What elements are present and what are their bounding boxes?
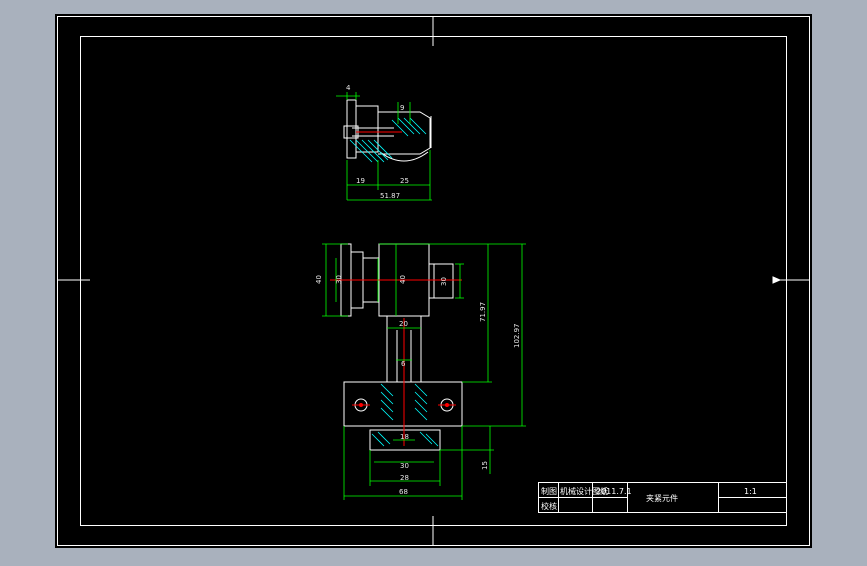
title-designer-label: 制图 bbox=[541, 486, 557, 496]
dim-front-30-left: 30 bbox=[335, 275, 343, 284]
dim-front-6: 6 bbox=[401, 360, 406, 368]
dim-front-15: 15 bbox=[481, 461, 489, 470]
title-date: 2011.7.1 bbox=[596, 487, 632, 496]
dim-top-19: 19 bbox=[356, 177, 365, 185]
dim-front-18: 18 bbox=[400, 433, 409, 441]
cad-viewport[interactable]: 4 9 19 25 51.87 40 30 40 30 71.97 102.97… bbox=[0, 0, 867, 562]
dim-top-4: 4 bbox=[346, 84, 351, 92]
title-checker-label: 校核 bbox=[541, 501, 557, 511]
dim-top-9: 9 bbox=[400, 104, 404, 112]
dim-front-40-left: 40 bbox=[315, 275, 323, 284]
dim-front-20: 20 bbox=[399, 320, 408, 328]
dim-front-71-97: 71.97 bbox=[479, 302, 487, 322]
dim-front-68: 68 bbox=[399, 488, 408, 496]
title-scale: 1:1 bbox=[744, 487, 757, 496]
dim-front-30-right: 30 bbox=[440, 277, 448, 286]
dim-top-25: 25 bbox=[400, 177, 409, 185]
dim-top-51-87: 51.87 bbox=[380, 192, 400, 200]
title-part-name: 夹紧元件 bbox=[646, 493, 678, 503]
dim-front-102-97: 102.97 bbox=[513, 324, 521, 349]
dim-front-28: 28 bbox=[400, 474, 409, 482]
dim-front-40-mid: 40 bbox=[399, 275, 407, 284]
dim-front-30-bottom: 30 bbox=[400, 462, 409, 470]
drawing-svg: 4 9 19 25 51.87 40 30 40 30 71.97 102.97… bbox=[55, 14, 812, 548]
